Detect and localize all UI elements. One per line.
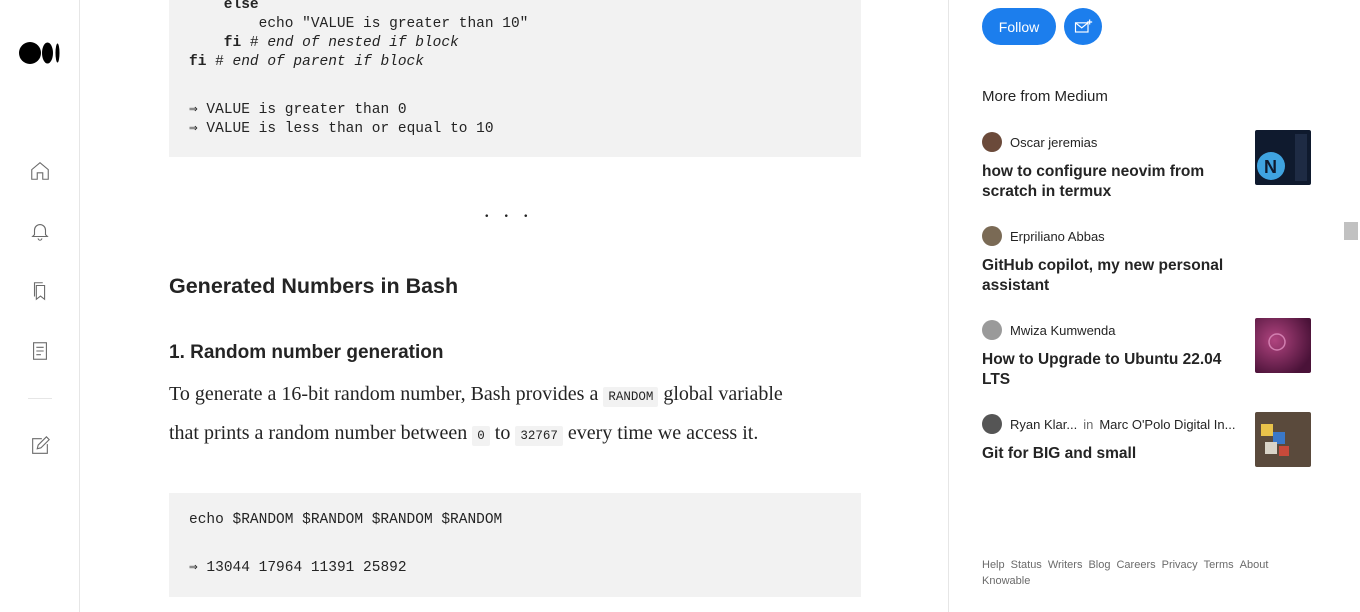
story-thumbnail[interactable]: N [1255, 130, 1311, 185]
story-author[interactable]: Mwiza Kumwenda [1010, 323, 1116, 338]
write-button[interactable] [28, 434, 52, 458]
lists-button[interactable] [28, 279, 52, 303]
inline-code: RANDOM [603, 387, 659, 407]
avatar[interactable] [982, 320, 1002, 340]
in-label: in [1083, 416, 1094, 432]
code-output-line: ⇒ 13044 17964 11391 25892 [189, 560, 407, 576]
story-title[interactable]: how to configure neovim from scratch in … [982, 162, 1227, 202]
bell-icon [31, 224, 49, 241]
footer-link-blog[interactable]: Blog [1088, 559, 1110, 571]
story-thumbnail[interactable] [1255, 318, 1311, 373]
section-heading: Generated Numbers in Bash [169, 274, 459, 298]
avatar[interactable] [982, 132, 1002, 152]
footer-link-help[interactable]: Help [982, 559, 1005, 571]
code-output-line: ⇒ VALUE is less than or equal to 10 [189, 121, 494, 137]
write-icon [32, 436, 50, 454]
story-author[interactable]: Oscar jeremias [1010, 135, 1097, 150]
avatar[interactable] [982, 226, 1002, 246]
notifications-button[interactable] [28, 219, 52, 243]
footer-link-privacy[interactable]: Privacy [1162, 559, 1198, 571]
article-main: else echo "VALUE is greater than 10" fi … [80, 0, 949, 612]
code-line: echo "VALUE is greater than 10" [189, 16, 529, 32]
follow-button[interactable]: Follow [982, 8, 1056, 45]
footer-link-about[interactable]: About [1240, 559, 1269, 571]
home-icon [31, 162, 49, 180]
story-thumbnail[interactable] [1255, 412, 1311, 467]
page-scrollbar[interactable] [1342, 0, 1360, 612]
story-title[interactable]: Git for BIG and small [982, 444, 1227, 464]
story-author[interactable]: Erpriliano Abbas [1010, 229, 1105, 244]
rail-divider [28, 398, 52, 399]
footer-link-careers[interactable]: Careers [1116, 559, 1155, 571]
code-line: fi # end of parent if block [189, 54, 424, 70]
code-output-line: ⇒ VALUE is greater than 0 [189, 102, 407, 118]
code-line: else [189, 0, 259, 13]
recommended-story[interactable]: Erpriliano Abbas GitHub copilot, my new … [982, 226, 1312, 296]
footer-link-knowable[interactable]: Knowable [982, 575, 1030, 587]
code-block-random: echo $RANDOM $RANDOM $RANDOM $RANDOM ⇒ 1… [169, 493, 861, 597]
subsection-heading: 1. Random number generation [169, 342, 444, 363]
code-line: fi # end of nested if block [189, 35, 459, 51]
right-sidebar: Follow More from Medium Oscar jeremias h… [950, 0, 1340, 612]
story-author[interactable]: Ryan Klar... [1010, 417, 1077, 432]
bookmarks-icon [33, 282, 46, 301]
sidebar-footer: Help Status Writers Blog Careers Privacy Terms… [982, 557, 1302, 589]
left-rail [0, 0, 80, 612]
svg-text:N: N [1264, 157, 1277, 177]
mail-plus-icon [1074, 19, 1093, 33]
code-line: echo $RANDOM $RANDOM $RANDOM $RANDOM [189, 512, 503, 528]
footer-link-terms[interactable]: Terms [1204, 559, 1234, 571]
story-publication[interactable]: Marc O'Polo Digital In... [1099, 417, 1235, 432]
stories-icon [33, 342, 47, 360]
home-button[interactable] [28, 159, 52, 183]
inline-code: 0 [472, 426, 490, 446]
story-title[interactable]: GitHub copilot, my new personal assistan… [982, 256, 1227, 296]
stories-button[interactable] [28, 339, 52, 363]
code-block-nested-if: else echo "VALUE is greater than 10" fi … [169, 0, 861, 157]
subscribe-email-button[interactable] [1064, 8, 1102, 45]
article-paragraph: To generate a 16-bit random number, Bash… [169, 383, 783, 446]
avatar[interactable] [982, 414, 1002, 434]
scrollbar-thumb[interactable] [1344, 222, 1358, 240]
footer-link-status[interactable]: Status [1011, 559, 1042, 571]
more-from-medium-title: More from Medium [982, 88, 1108, 105]
medium-logo-icon[interactable] [19, 42, 61, 64]
footer-link-writers[interactable]: Writers [1048, 559, 1083, 571]
inline-code: 32767 [515, 426, 563, 446]
story-title[interactable]: How to Upgrade to Ubuntu 22.04 LTS [982, 350, 1227, 390]
section-separator: ... [484, 197, 543, 222]
